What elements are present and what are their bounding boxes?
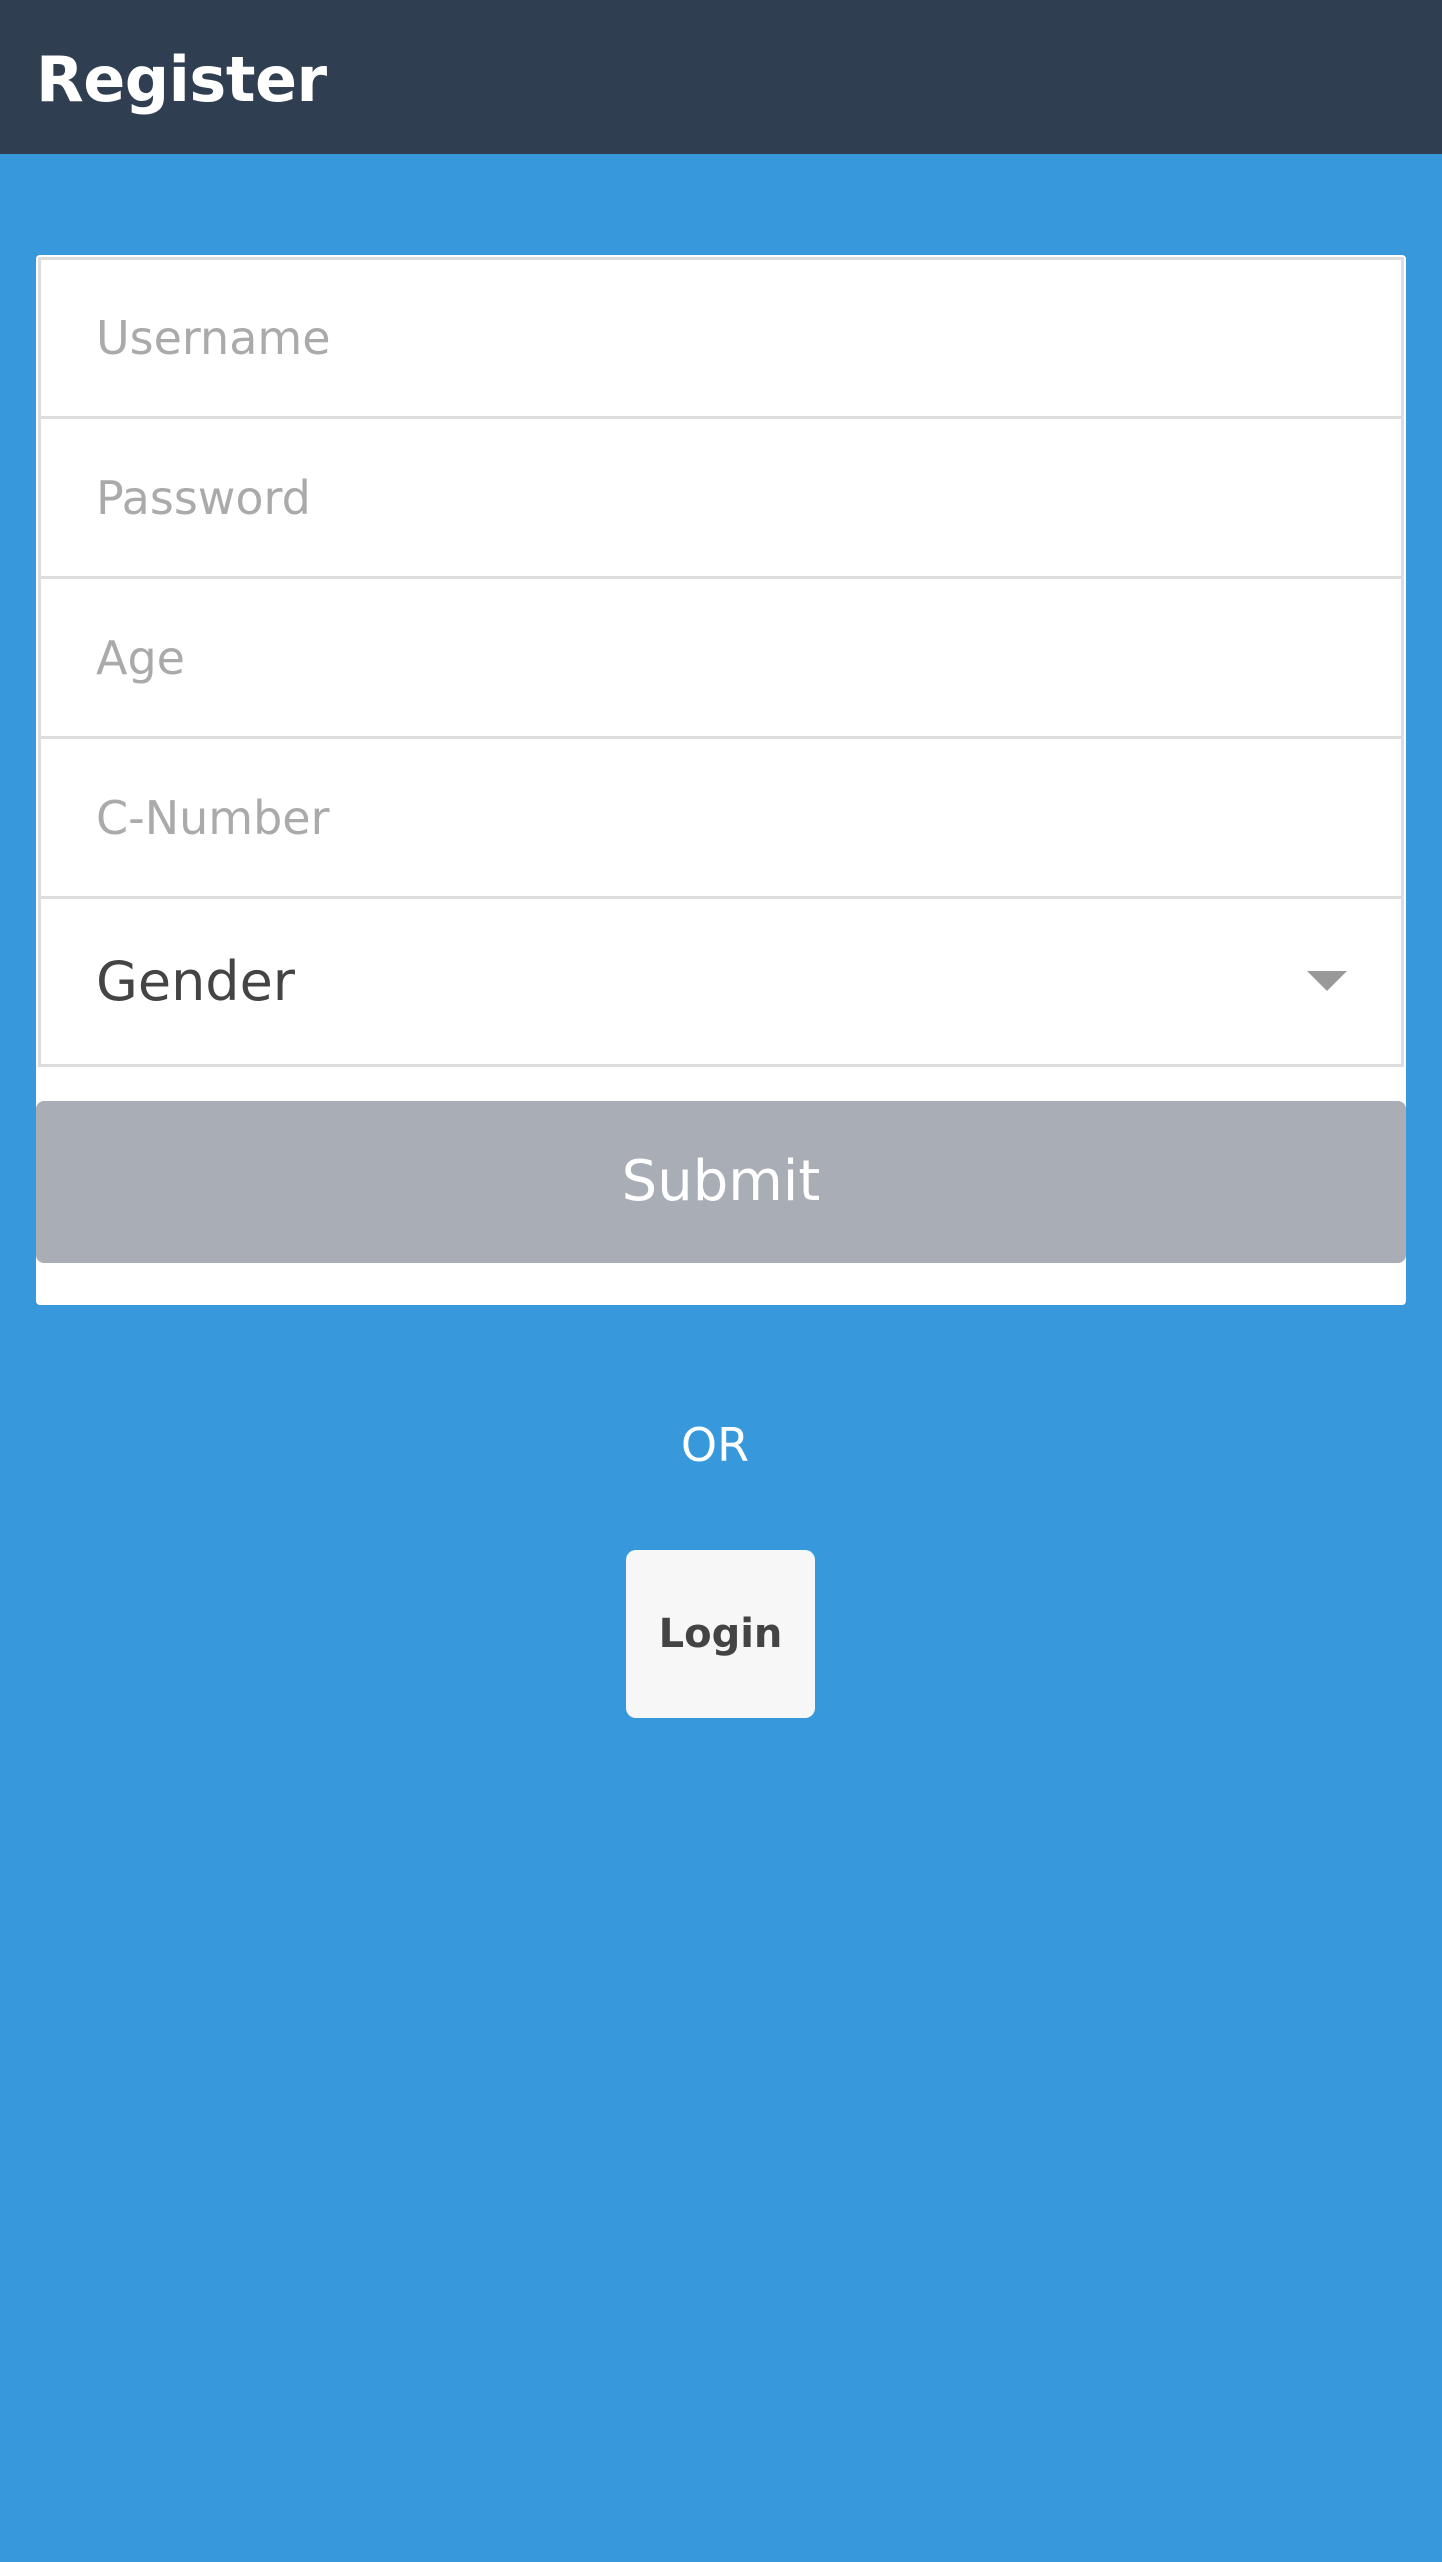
password-input[interactable] [96,419,1381,576]
submit-button[interactable]: Submit [36,1101,1406,1263]
app-header: Register [0,0,1442,154]
gender-select-value: Gender [96,950,295,1013]
or-divider-text: OR [680,1418,750,1472]
c-number-field[interactable] [38,736,1404,899]
c-number-input[interactable] [96,739,1381,896]
username-input[interactable] [96,260,1381,416]
username-field[interactable] [38,257,1404,419]
page-title: Register [36,43,327,116]
chevron-down-icon [1307,971,1347,991]
age-input[interactable] [96,579,1381,736]
gender-select[interactable]: Gender [38,896,1404,1067]
age-field[interactable] [38,576,1404,739]
register-form: Gender Submit [36,255,1406,1305]
password-field[interactable] [38,416,1404,579]
login-button[interactable]: Login [626,1550,815,1718]
